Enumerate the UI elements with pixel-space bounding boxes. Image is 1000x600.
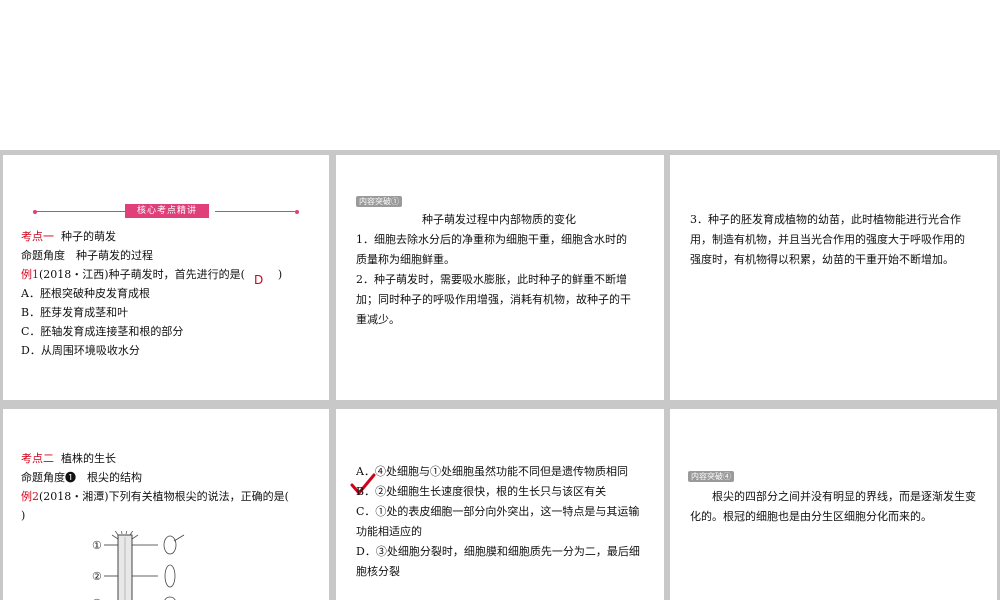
slide-3[interactable]: 3．种子的胚发育成植物的幼苗，此时植物能进行光合作 用，制造有机物，并且当光合作… (670, 155, 997, 400)
paragraph-line: 强度时，有机物得以积累，幼苗的干重开始不断增加。 (690, 253, 954, 266)
cell-detail-1 (163, 535, 177, 555)
paragraph-line: 加；同时种子的呼吸作用增强，消耗有机物，故种子的干 (356, 293, 631, 306)
option-c-continued: 功能相适应的 (356, 525, 422, 538)
slide-title: 种子萌发过程中内部物质的变化 (422, 213, 576, 226)
root-tip-diagram: ① ② ③ (92, 531, 185, 600)
example-text: (2018・江西)种子萌发时，首先进行的是( ) (39, 268, 283, 281)
diagram-label-1: ① (92, 539, 102, 552)
question-angle: 命题角度 种子萌发的过程 (21, 249, 153, 262)
section-banner: 核心考点精讲 (125, 204, 210, 218)
paragraph-line: 重减少。 (356, 313, 400, 326)
section-title: 考点二 植株的生长 (21, 449, 116, 469)
section-title-prefix: 考点一 (21, 230, 54, 243)
banner-right-line (215, 211, 295, 212)
option-a: A．④处细胞与①处细胞虽然功能不同但是遗传物质相同 (356, 465, 628, 478)
banner-left-line (37, 211, 125, 212)
option-c: C．胚轴发育成连接茎和根的部分 (21, 325, 184, 338)
example-text: (2018・湘潭)下列有关植物根尖的说法，正确的是( (39, 490, 289, 503)
example-question-end: ) (21, 509, 26, 522)
slide-5[interactable]: A．④处细胞与①处细胞虽然功能不同但是遗传物质相同 B．②处细胞生长速度很快，根… (336, 409, 664, 600)
cell-detail-1-hair (173, 534, 185, 542)
section-title-text: 植株的生长 (61, 452, 116, 465)
cell-detail-2 (164, 564, 176, 588)
paragraph-line: 根尖的四部分之间并没有明显的界线，而是逐渐发生变 (712, 490, 976, 503)
section-title: 考点一 种子的萌发 (21, 227, 116, 247)
slide-1[interactable]: 核心考点精讲 考点一 种子的萌发 命题角度 种子萌发的过程 例1(2018・江西… (3, 155, 329, 400)
content-breakthrough-badge: 内容突破④ (688, 471, 734, 482)
banner-right-dot (295, 210, 299, 214)
paragraph-line: 化的。根冠的细胞也是由分生区细胞分化而来的。 (690, 510, 932, 523)
option-d: D．③处细胞分裂时，细胞膜和细胞质先一分为二，最后细 (356, 545, 640, 558)
paragraph-line: 3．种子的胚发育成植物的幼苗，此时植物能进行光合作 (690, 213, 961, 226)
question-angle: 命题角度❶ 根尖的结构 (21, 471, 142, 484)
option-d: D．从周围环境吸收水分 (21, 344, 140, 357)
example-question: 例1(2018・江西)种子萌发时，首先进行的是( ) (21, 265, 282, 285)
paragraph-line: 用，制造有机物，并且当光合作用的强度大于呼吸作用的 (690, 233, 965, 246)
paragraph-line: 1．细胞去除水分后的净重称为细胞干重，细胞含水时的 (356, 233, 627, 246)
example-prefix: 例2 (21, 490, 39, 503)
section-title-prefix: 考点二 (21, 452, 54, 465)
answer-mark: D (254, 273, 264, 287)
option-c: C．①处的表皮细胞一部分向外突出，这一特点是与其运输 (356, 505, 640, 518)
slide-2[interactable]: 内容突破① 种子萌发过程中内部物质的变化 1．细胞去除水分后的净重称为细胞干重，… (336, 155, 664, 400)
content-breakthrough-badge: 内容突破① (356, 196, 402, 207)
option-b: B．胚芽发育成茎和叶 (21, 306, 129, 319)
paragraph-line: 2．种子萌发时，需要吸水膨胀，此时种子的鲜重不断增 (356, 273, 627, 286)
paragraph-line: 质量称为细胞鲜重。 (356, 253, 455, 266)
slide-6[interactable]: 内容突破④ 根尖的四部分之间并没有明显的界线，而是逐渐发生变 化的。根冠的细胞也… (670, 409, 997, 600)
example-question: 例2(2018・湘潭)下列有关植物根尖的说法，正确的是( (21, 487, 289, 507)
option-b: B．②处细胞生长速度很快，根的生长只与该区有关 (356, 485, 607, 498)
example-prefix: 例1 (21, 268, 39, 281)
section-title-text: 种子的萌发 (61, 230, 116, 243)
diagram-label-2: ② (92, 570, 102, 583)
option-a: A．胚根突破种皮发育成根 (21, 287, 150, 300)
option-d-continued: 胞核分裂 (356, 565, 400, 578)
slide-4[interactable]: 考点二 植株的生长 命题角度❶ 根尖的结构 例2(2018・湘潭)下列有关植物根… (3, 409, 329, 600)
